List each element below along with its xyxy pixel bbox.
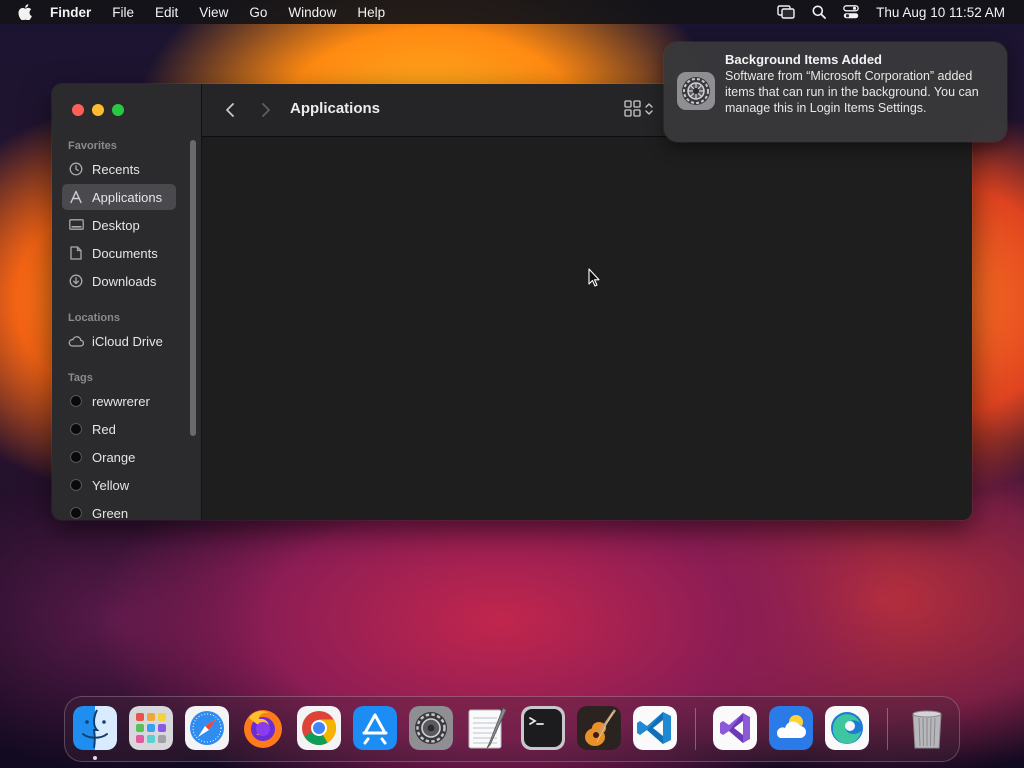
sidebar-item-desktop[interactable]: Desktop [62,212,176,238]
dock-weather-icon[interactable] [769,706,813,750]
sidebar-section-favorites: Favorites [68,140,117,152]
notification-banner[interactable]: Background Items Added Software from “Mi… [664,42,1007,142]
tag-dot-icon [70,507,82,519]
dock-terminal-icon[interactable] [521,706,565,750]
desktop-icon [68,217,84,233]
menu-window[interactable]: Window [288,5,336,20]
sidebar-section-tags: Tags [68,372,93,384]
document-icon [68,245,84,261]
chevron-up-down-icon [645,102,653,121]
dock-trash-icon[interactable] [905,706,949,750]
dock-finder-icon[interactable] [73,706,117,750]
menu-bar: Finder File Edit View Go Window Help Thu… [0,0,1024,24]
window-title: Applications [290,100,381,117]
sidebar-tag-red[interactable]: Red [62,416,176,442]
sidebar-tag-rewwrerer[interactable]: rewwrerer [62,388,176,414]
sidebar-section-locations: Locations [68,312,120,324]
dock-textedit-icon[interactable] [465,706,509,750]
dock-system-settings-icon[interactable] [409,706,453,750]
control-center-icon[interactable] [843,5,860,19]
applications-icon [68,189,84,205]
sidebar-item-label: Documents [92,245,158,261]
tag-dot-icon [70,423,82,435]
window-controls [72,104,132,116]
dock-separator [695,708,696,750]
tag-dot-icon [70,479,82,491]
screen-mirroring-icon[interactable] [777,5,795,19]
forward-button[interactable] [256,100,276,120]
dock [64,696,960,762]
system-settings-icon [677,72,715,110]
sidebar-item-label: Orange [92,449,136,465]
finder-window: Favorites Recents Applications Desktop D… [52,84,972,520]
sidebar-item-applications[interactable]: Applications [62,184,176,210]
zoom-button[interactable] [112,104,124,116]
menu-view[interactable]: View [199,5,228,20]
dock-chrome-icon[interactable] [297,706,341,750]
clock-icon [68,161,84,177]
tag-dot-icon [70,451,82,463]
notification-body: Software from “Microsoft Corporation” ad… [725,69,979,115]
finder-sidebar: Favorites Recents Applications Desktop D… [52,84,202,520]
sidebar-item-label: Red [92,421,116,437]
dock-separator [887,708,888,750]
sidebar-item-label: iCloud Drive [92,333,163,349]
sidebar-item-downloads[interactable]: Downloads [62,268,176,294]
finder-content-area[interactable] [202,137,972,520]
sidebar-item-label: Downloads [92,273,157,289]
sidebar-tag-green[interactable]: Green [62,500,176,520]
running-indicator [93,756,97,760]
dock-safari-icon[interactable] [185,706,229,750]
back-button[interactable] [220,100,240,120]
menu-bar-clock[interactable]: Thu Aug 10 11:52 AM [876,5,1005,20]
sidebar-item-label: Applications [92,189,163,205]
sidebar-tag-orange[interactable]: Orange [62,444,176,470]
menu-go[interactable]: Go [249,5,267,20]
sidebar-item-label: rewwrerer [92,393,150,409]
menu-edit[interactable]: Edit [155,5,178,20]
sidebar-scrollbar[interactable] [190,140,196,436]
sidebar-item-label: Desktop [92,217,140,233]
sidebar-item-label: Yellow [92,477,130,493]
sidebar-item-label: Recents [92,161,140,177]
menu-help[interactable]: Help [357,5,385,20]
mouse-pointer-icon [588,268,600,288]
minimize-button[interactable] [92,104,104,116]
sidebar-item-recents[interactable]: Recents [62,156,176,182]
sidebar-item-label: Green [92,505,129,521]
search-icon[interactable] [812,5,827,19]
dock-launchpad-icon[interactable] [129,706,173,750]
apple-menu-icon[interactable] [18,4,34,20]
dock-vscode-icon[interactable] [633,706,677,750]
sidebar-tag-yellow[interactable]: Yellow [62,472,176,498]
dock-visual-studio-icon[interactable] [713,706,757,750]
sidebar-item-icloud-drive[interactable]: iCloud Drive [62,328,176,354]
notification-title: Background Items Added [725,52,882,67]
menu-file[interactable]: File [112,5,134,20]
grid-view-icon [624,100,641,122]
dock-edge-icon[interactable] [825,706,869,750]
sidebar-item-documents[interactable]: Documents [62,240,176,266]
dock-app-store-icon[interactable] [353,706,397,750]
view-options-button[interactable] [624,100,653,122]
close-button[interactable] [72,104,84,116]
dock-firefox-icon[interactable] [241,706,285,750]
download-icon [68,273,84,289]
dock-garageband-icon[interactable] [577,706,621,750]
cloud-icon [68,333,84,349]
menu-finder[interactable]: Finder [50,5,91,20]
tag-dot-icon [70,395,82,407]
